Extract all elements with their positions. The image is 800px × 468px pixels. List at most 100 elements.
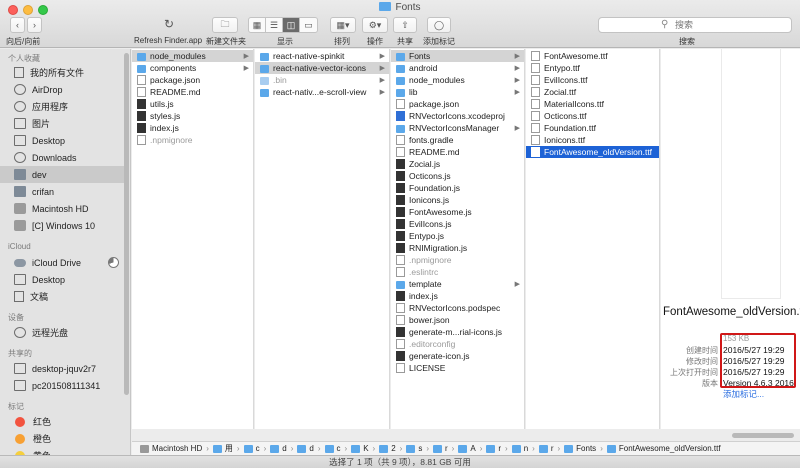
file-row[interactable]: Octicons.ttf <box>526 110 659 122</box>
view-mode-control[interactable]: ▦ ☰ ◫ ▭ <box>248 17 318 33</box>
folder-row[interactable]: react-nativ...e-scroll-view ▶ <box>255 86 389 98</box>
tags-button[interactable]: ◯ <box>427 17 451 33</box>
file-row[interactable]: Foundation.js <box>391 182 524 194</box>
path-segment[interactable]: s <box>406 444 422 453</box>
file-row[interactable]: FontAwesome.js <box>391 206 524 218</box>
search-input[interactable] <box>675 19 785 31</box>
file-row[interactable]: .editorconfig <box>391 338 524 350</box>
add-tags-link[interactable]: 添加标记... <box>723 388 764 400</box>
file-row[interactable]: .npmignore <box>391 254 524 266</box>
sidebar-item-tag-yellow[interactable]: 黄色 <box>0 447 124 455</box>
file-row[interactable]: Zocial.js <box>391 158 524 170</box>
sidebar-item-dev[interactable]: dev <box>0 166 124 183</box>
file-row[interactable]: FontAwesome.ttf <box>526 50 659 62</box>
refresh-icon[interactable]: ↻ <box>164 17 174 31</box>
column-fonts[interactable]: FontAwesome.ttf Entypo.ttf EvilIcons.ttf Zo… <box>526 49 660 429</box>
sidebar-item-pictures[interactable]: 图片 <box>0 115 124 132</box>
file-row[interactable]: index.js <box>391 290 524 302</box>
sidebar-item-airdrop[interactable]: AirDrop <box>0 81 124 98</box>
path-segment[interactable]: d <box>270 444 287 453</box>
file-row[interactable]: README.md <box>391 146 524 158</box>
path-segment[interactable]: r <box>538 444 554 453</box>
file-row[interactable]: LICENSE <box>391 362 524 374</box>
sidebar-item-documents[interactable]: 文稿 <box>0 288 124 305</box>
path-segment[interactable]: K <box>351 444 369 453</box>
folder-row[interactable]: components ▶ <box>132 62 253 74</box>
path-segment[interactable]: c <box>243 444 260 453</box>
folder-row[interactable]: RNVectorIconsManager ▶ <box>391 122 524 134</box>
folder-row[interactable]: lib ▶ <box>391 86 524 98</box>
sidebar-item-icloud-drive[interactable]: iCloud Drive <box>0 254 124 271</box>
search-field[interactable]: ⚲ <box>598 17 792 33</box>
folder-row[interactable]: react-native-spinkit ▶ <box>255 50 389 62</box>
file-row[interactable]: Entypo.js <box>391 230 524 242</box>
file-row[interactable]: generate-m...rial-icons.js <box>391 326 524 338</box>
file-row[interactable]: README.md <box>132 86 253 98</box>
icon-view-icon[interactable]: ▦ <box>249 18 266 32</box>
sidebar-item-tag-orange[interactable]: 橙色 <box>0 430 124 447</box>
horizontal-scrollbar[interactable] <box>732 433 794 438</box>
path-segment[interactable]: FontAwesome_oldVersion.ttf <box>606 444 721 453</box>
file-row[interactable]: index.js <box>132 122 253 134</box>
file-row[interactable]: package.json <box>132 74 253 86</box>
file-row[interactable]: package.json <box>391 98 524 110</box>
sidebar-item-desktop[interactable]: Desktop <box>0 132 124 149</box>
file-row[interactable]: FontAwesome_oldVersion.ttf <box>526 146 659 158</box>
path-segment[interactable]: n <box>511 444 528 453</box>
action-button[interactable]: ⚙▾ <box>362 17 388 33</box>
file-row[interactable]: .npmignore <box>132 134 253 146</box>
folder-row[interactable]: .bin ▶ <box>255 74 389 86</box>
folder-row[interactable]: android ▶ <box>391 62 524 74</box>
sidebar-item-all-files[interactable]: 我的所有文件 <box>0 64 124 81</box>
file-row[interactable]: Octicons.js <box>391 170 524 182</box>
sidebar-item-icloud-desktop[interactable]: Desktop <box>0 271 124 288</box>
column-react-native-vector-icons[interactable]: Fonts ▶ android ▶ node_modules ▶ lib ▶ package.j… <box>391 49 525 429</box>
new-folder-button[interactable]: 🗀 <box>212 17 238 33</box>
sidebar-item-windows-10[interactable]: [C] Windows 10 <box>0 217 124 234</box>
folder-row[interactable]: template ▶ <box>391 278 524 290</box>
path-segment[interactable]: 2 <box>379 444 396 453</box>
folder-row[interactable]: Fonts ▶ <box>391 50 524 62</box>
file-row[interactable]: MaterialIcons.ttf <box>526 98 659 110</box>
column-view-icon[interactable]: ◫ <box>283 18 300 32</box>
file-row[interactable]: Entypo.ttf <box>526 62 659 74</box>
path-segment[interactable]: r <box>433 444 448 453</box>
column-node-modules[interactable]: react-native-spinkit ▶ react-native-vector… <box>255 49 390 429</box>
list-view-icon[interactable]: ☰ <box>266 18 283 32</box>
sidebar-item-remote-disc[interactable]: 远程光盘 <box>0 324 124 341</box>
path-segment[interactable]: d <box>297 444 314 453</box>
file-row[interactable]: EvilIcons.js <box>391 218 524 230</box>
path-segment[interactable]: 用 <box>212 443 233 454</box>
file-row[interactable]: RNVectorIcons.xcodeproj <box>391 110 524 122</box>
path-segment[interactable]: Macintosh HD <box>140 444 202 453</box>
sidebar-item-downloads[interactable]: Downloads <box>0 149 124 166</box>
file-row[interactable]: Foundation.ttf <box>526 122 659 134</box>
file-row[interactable]: generate-icon.js <box>391 350 524 362</box>
cover-flow-icon[interactable]: ▭ <box>300 18 317 32</box>
sidebar-item-macintosh-hd[interactable]: Macintosh HD <box>0 200 124 217</box>
file-row[interactable]: .eslintrc <box>391 266 524 278</box>
folder-row[interactable]: node_modules ▶ <box>391 74 524 86</box>
sidebar-item-pc201508111341[interactable]: pc201508111341 <box>0 377 124 394</box>
folder-row[interactable]: node_modules ▶ <box>132 50 253 62</box>
file-row[interactable]: Zocial.ttf <box>526 86 659 98</box>
path-segment[interactable]: Fonts <box>564 444 596 453</box>
file-row[interactable]: Ionicons.ttf <box>526 134 659 146</box>
back-button[interactable]: ‹ <box>10 17 25 33</box>
file-row[interactable]: RNIMigration.js <box>391 242 524 254</box>
file-row[interactable]: EvilIcons.ttf <box>526 74 659 86</box>
share-button[interactable]: ⇧ <box>393 17 417 33</box>
path-segment[interactable]: r <box>486 444 501 453</box>
arrange-button[interactable]: ▦▾ <box>330 17 356 33</box>
file-row[interactable]: styles.js <box>132 110 253 122</box>
sidebar-item-desktop-jquv2r7[interactable]: desktop-jquv2r7 <box>0 360 124 377</box>
sidebar-scrollbar[interactable] <box>124 53 129 395</box>
sidebar-item-crifan[interactable]: crifan <box>0 183 124 200</box>
column-dev[interactable]: node_modules ▶ components ▶ package.json READ… <box>132 49 254 429</box>
sidebar-item-tag-red[interactable]: 红色 <box>0 413 124 430</box>
file-row[interactable]: RNVectorIcons.podspec <box>391 302 524 314</box>
file-row[interactable]: Ionicons.js <box>391 194 524 206</box>
forward-button[interactable]: › <box>27 17 42 33</box>
file-row[interactable]: fonts.gradle <box>391 134 524 146</box>
folder-row[interactable]: react-native-vector-icons ▶ <box>255 62 389 74</box>
